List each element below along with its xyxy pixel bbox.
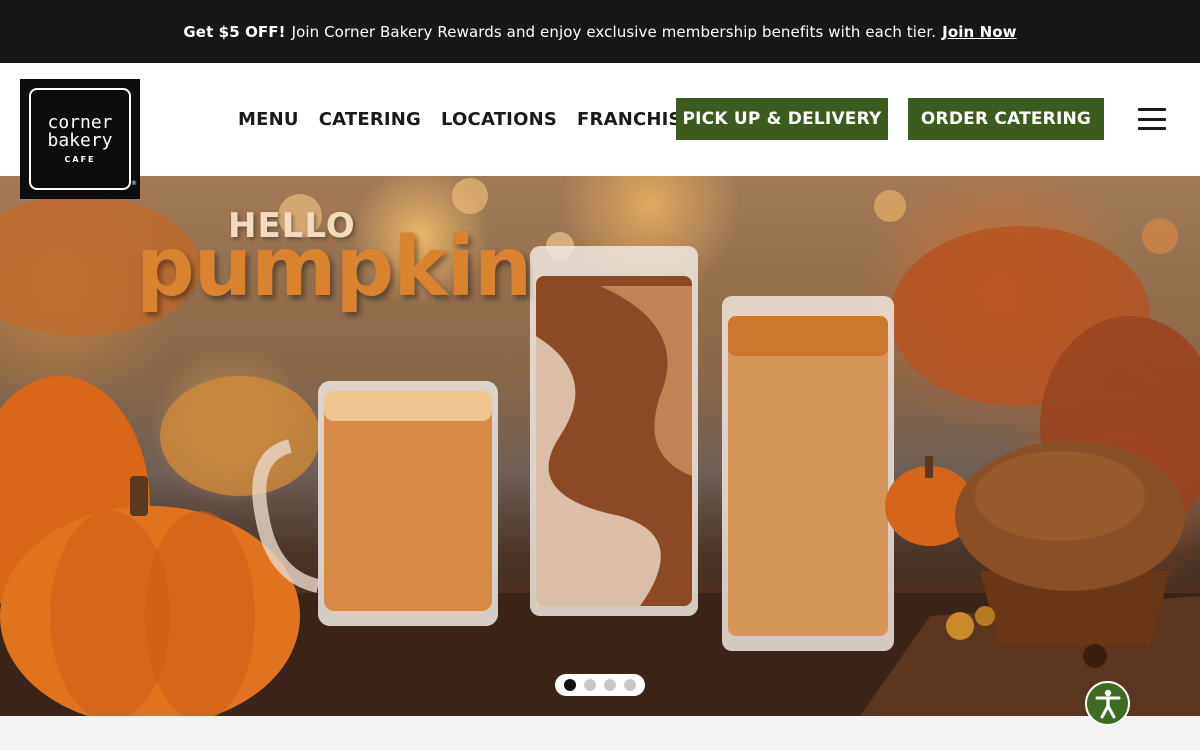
carousel-dot-4[interactable]	[624, 679, 636, 691]
iced-coffee-glass	[530, 246, 698, 616]
registered-mark: ®	[131, 180, 137, 187]
join-now-link[interactable]: Join Now	[942, 23, 1016, 41]
hamburger-icon[interactable]	[1138, 108, 1166, 130]
hero-banner[interactable]: HELLO pumpkin	[0, 176, 1200, 716]
logo-word-bakery: bakery	[47, 130, 113, 151]
carousel-dot-2[interactable]	[584, 679, 596, 691]
main-nav: MENU CATERING LOCATIONS FRANCHISE	[238, 63, 714, 176]
nav-menu[interactable]: MENU	[238, 109, 299, 130]
logo-word-cafe: CAFE	[64, 155, 96, 164]
carousel-dot-1[interactable]	[564, 679, 576, 691]
logo-frame: corner bakery CAFE	[29, 88, 131, 190]
promo-offer: Get $5 OFF!	[183, 22, 286, 41]
corner-bakery-logo[interactable]: corner bakery CAFE ®	[20, 79, 140, 199]
nav-locations[interactable]: LOCATIONS	[441, 109, 557, 130]
hero-headline: pumpkin	[136, 220, 532, 315]
order-catering-button[interactable]: ORDER CATERING	[908, 98, 1104, 140]
pickup-delivery-button[interactable]: PICK UP & DELIVERY	[676, 98, 888, 140]
accessibility-button[interactable]	[1085, 681, 1130, 726]
iced-latte-glass	[722, 296, 894, 651]
carousel-dots	[555, 674, 645, 696]
hamburger-line	[1138, 117, 1166, 121]
nav-catering[interactable]: CATERING	[319, 109, 421, 130]
hamburger-line	[1138, 127, 1166, 130]
carousel-dot-3[interactable]	[604, 679, 616, 691]
promo-text: Join Corner Bakery Rewards and enjoy exc…	[291, 22, 937, 41]
accessibility-icon	[1095, 689, 1121, 719]
promo-bar: Get $5 OFF! Join Corner Bakery Rewards a…	[0, 0, 1200, 63]
below-hero-section	[0, 716, 1200, 750]
hamburger-line	[1138, 108, 1166, 111]
site-header: corner bakery CAFE ® MENU CATERING LOCAT…	[0, 63, 1200, 199]
